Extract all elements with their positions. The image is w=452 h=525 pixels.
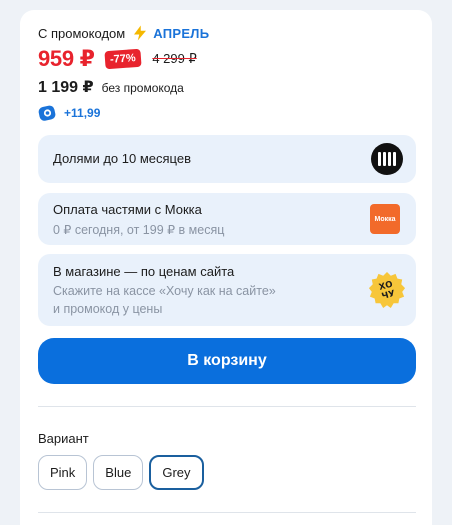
divider [38, 406, 416, 407]
without-promo-label: без промокода [101, 81, 184, 95]
hochu-logo-icon: ХО ЧУ [368, 271, 406, 309]
bonus-row[interactable]: +11,99 [38, 103, 100, 123]
price-row: 959 ₽ -77% 4 299 ₽ [38, 46, 197, 72]
mokka-title: Оплата частями с Мокка [53, 202, 202, 217]
discount-badge: -77% [104, 48, 141, 70]
variant-option-blue[interactable]: Blue [93, 455, 144, 490]
store-title: В магазине — по ценам сайта [53, 264, 235, 279]
product-price-card: С промокодом АПРЕЛЬ 959 ₽ -77% 4 299 ₽ 1… [20, 10, 432, 525]
bonus-amount: +11,99 [64, 106, 101, 120]
store-price-option[interactable]: В магазине — по ценам сайта Скажите на к… [38, 254, 416, 326]
price-without-promo: 1 199 ₽ [38, 79, 94, 96]
add-to-cart-button[interactable]: В корзину [38, 338, 416, 384]
mokka-logo-icon: Мокка [370, 204, 400, 234]
promo-row: С промокодом АПРЕЛЬ [38, 24, 209, 42]
mokka-subtitle: 0 ₽ сегодня, от 199 ₽ в месяц [53, 223, 225, 237]
lightning-icon [134, 25, 147, 41]
price-with-promo: 959 ₽ [38, 46, 95, 71]
variant-selector: Pink Blue Grey [38, 455, 204, 490]
old-price: 4 299 ₽ [152, 51, 197, 66]
dolyami-title: Долями до 10 месяцев [53, 151, 191, 166]
promo-code[interactable]: АПРЕЛЬ [153, 26, 209, 41]
variant-option-grey[interactable]: Grey [149, 455, 204, 490]
mokka-option[interactable]: Оплата частями с Мокка 0 ₽ сегодня, от 1… [38, 193, 416, 245]
store-subtitle-line2: и промокод у цены [53, 302, 163, 316]
variant-label: Вариант [38, 431, 89, 446]
bonus-coin-icon [38, 105, 56, 121]
price-without-promo-row: 1 199 ₽ без промокода [38, 77, 184, 97]
store-subtitle-line1: Скажите на кассе «Хочу как на сайте» [53, 284, 276, 298]
variant-option-pink[interactable]: Pink [38, 455, 88, 490]
divider [38, 512, 416, 513]
dolyami-logo-icon [371, 143, 403, 175]
dolyami-option[interactable]: Долями до 10 месяцев [38, 135, 416, 183]
promo-label: С промокодом [38, 25, 126, 41]
